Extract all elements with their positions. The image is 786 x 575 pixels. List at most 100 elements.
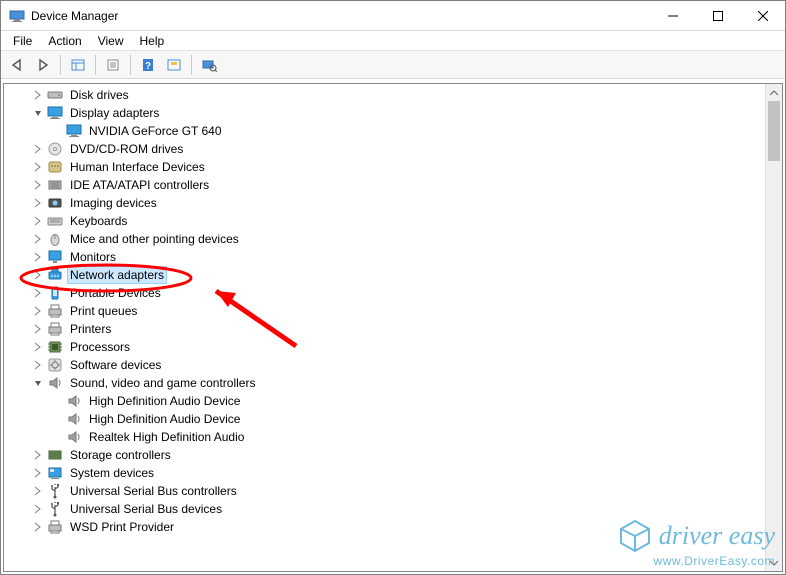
toolbar-detail-button[interactable] [66,54,90,76]
tree-node[interactable]: System devices [4,464,765,482]
tree-expand-arrow-icon[interactable] [31,178,45,192]
tree-node-label[interactable]: Universal Serial Bus devices [67,500,225,518]
tree-node[interactable]: Storage controllers [4,446,765,464]
tree-node-label[interactable]: Display adapters [67,104,162,122]
close-button[interactable] [740,1,785,30]
tree-node[interactable]: Monitors [4,248,765,266]
tree-node-label[interactable]: IDE ATA/ATAPI controllers [67,176,212,194]
tree-node[interactable]: Print queues [4,302,765,320]
toolbar-scan-button[interactable] [197,54,221,76]
ide-icon [47,177,63,193]
tree-node-label[interactable]: Portable Devices [67,284,164,302]
tree-node[interactable]: Imaging devices [4,194,765,212]
tree-expand-arrow-icon[interactable] [31,232,45,246]
tree-node[interactable]: Universal Serial Bus controllers [4,482,765,500]
tree-node-label[interactable]: Storage controllers [67,446,174,464]
tree-node-label[interactable]: Keyboards [67,212,130,230]
network-icon [47,267,63,283]
tree-node-label[interactable]: Disk drives [67,86,132,104]
tree-expand-arrow-icon[interactable] [31,340,45,354]
tree-expand-arrow-icon[interactable] [31,358,45,372]
tree-spacer [50,430,64,444]
software-icon [47,357,63,373]
tree-expand-arrow-icon[interactable] [31,322,45,336]
tree-node-label[interactable]: NVIDIA GeForce GT 640 [86,122,225,140]
tree-node-label[interactable]: Network adapters [67,266,167,284]
tree-expand-arrow-icon[interactable] [31,106,45,120]
tree-node[interactable]: Mice and other pointing devices [4,230,765,248]
tree-expand-arrow-icon[interactable] [31,88,45,102]
tree-node[interactable]: Processors [4,338,765,356]
tree-node[interactable]: Network adapters [4,266,765,284]
menu-action[interactable]: Action [40,31,89,50]
sound-icon [66,393,82,409]
tree-expand-arrow-icon[interactable] [31,250,45,264]
menu-view[interactable]: View [90,31,132,50]
scroll-down-button[interactable] [766,554,782,571]
vertical-scrollbar[interactable] [765,84,782,571]
tree-node-label[interactable]: Processors [67,338,133,356]
toolbar-properties-button[interactable] [101,54,125,76]
tree-node[interactable]: Disk drives [4,86,765,104]
tree-expand-arrow-icon[interactable] [31,286,45,300]
tree-expand-arrow-icon[interactable] [31,502,45,516]
scroll-up-button[interactable] [766,84,782,101]
tree-node[interactable]: High Definition Audio Device [4,392,765,410]
tree-expand-arrow-icon[interactable] [31,466,45,480]
tree-expand-arrow-icon[interactable] [31,448,45,462]
tree-node-label[interactable]: Imaging devices [67,194,160,212]
tree-expand-arrow-icon[interactable] [31,160,45,174]
device-manager-window: Device Manager File Action View Help [0,0,786,575]
menu-help[interactable]: Help [132,31,173,50]
tree-expand-arrow-icon[interactable] [31,142,45,156]
tree-node-label[interactable]: Human Interface Devices [67,158,208,176]
hid-icon [47,159,63,175]
tree-expand-arrow-icon[interactable] [31,304,45,318]
tree-node[interactable]: Printers [4,320,765,338]
toolbar-update-button[interactable] [162,54,186,76]
tree-node-label[interactable]: High Definition Audio Device [86,392,243,410]
tree-expand-arrow-icon[interactable] [31,268,45,282]
tree-node-label[interactable]: Printers [67,320,114,338]
toolbar-help-button[interactable]: ? [136,54,160,76]
tree-node[interactable]: Software devices [4,356,765,374]
tree-node-label[interactable]: DVD/CD-ROM drives [67,140,186,158]
tree-expand-arrow-icon[interactable] [31,214,45,228]
tree-node-label[interactable]: Mice and other pointing devices [67,230,242,248]
tree-node[interactable]: Human Interface Devices [4,158,765,176]
maximize-button[interactable] [695,1,740,30]
tree-node[interactable]: IDE ATA/ATAPI controllers [4,176,765,194]
toolbar-separator [60,55,61,75]
tree-node[interactable]: NVIDIA GeForce GT 640 [4,122,765,140]
tree-node-label[interactable]: Sound, video and game controllers [67,374,258,392]
tree-expand-arrow-icon[interactable] [31,196,45,210]
tree-node[interactable]: High Definition Audio Device [4,410,765,428]
tree-node-label[interactable]: Realtek High Definition Audio [86,428,247,446]
tree-node[interactable]: WSD Print Provider [4,518,765,536]
tree-node[interactable]: Realtek High Definition Audio [4,428,765,446]
tree-node-label[interactable]: Universal Serial Bus controllers [67,482,240,500]
tree-node[interactable]: Universal Serial Bus devices [4,500,765,518]
tree-node-label[interactable]: Monitors [67,248,119,266]
tree-expand-arrow-icon[interactable] [31,484,45,498]
tree-node-label[interactable]: Print queues [67,302,140,320]
tree-node[interactable]: Keyboards [4,212,765,230]
tree-node-label[interactable]: High Definition Audio Device [86,410,243,428]
tree-node[interactable]: DVD/CD-ROM drives [4,140,765,158]
tree-node-label[interactable]: Software devices [67,356,164,374]
tree-node-label[interactable]: WSD Print Provider [67,518,177,536]
tree-node-label[interactable]: System devices [67,464,157,482]
svg-text:?: ? [145,61,151,72]
toolbar-back-button[interactable] [5,54,29,76]
tree-spacer [50,394,64,408]
tree-expand-arrow-icon[interactable] [31,520,45,534]
minimize-button[interactable] [650,1,695,30]
menu-file[interactable]: File [5,31,40,50]
device-tree[interactable]: Disk drivesDisplay adaptersNVIDIA GeForc… [4,84,765,571]
tree-node[interactable]: Portable Devices [4,284,765,302]
toolbar-forward-button[interactable] [31,54,55,76]
tree-expand-arrow-icon[interactable] [31,376,45,390]
scroll-thumb[interactable] [768,101,780,161]
tree-node[interactable]: Sound, video and game controllers [4,374,765,392]
tree-node[interactable]: Display adapters [4,104,765,122]
